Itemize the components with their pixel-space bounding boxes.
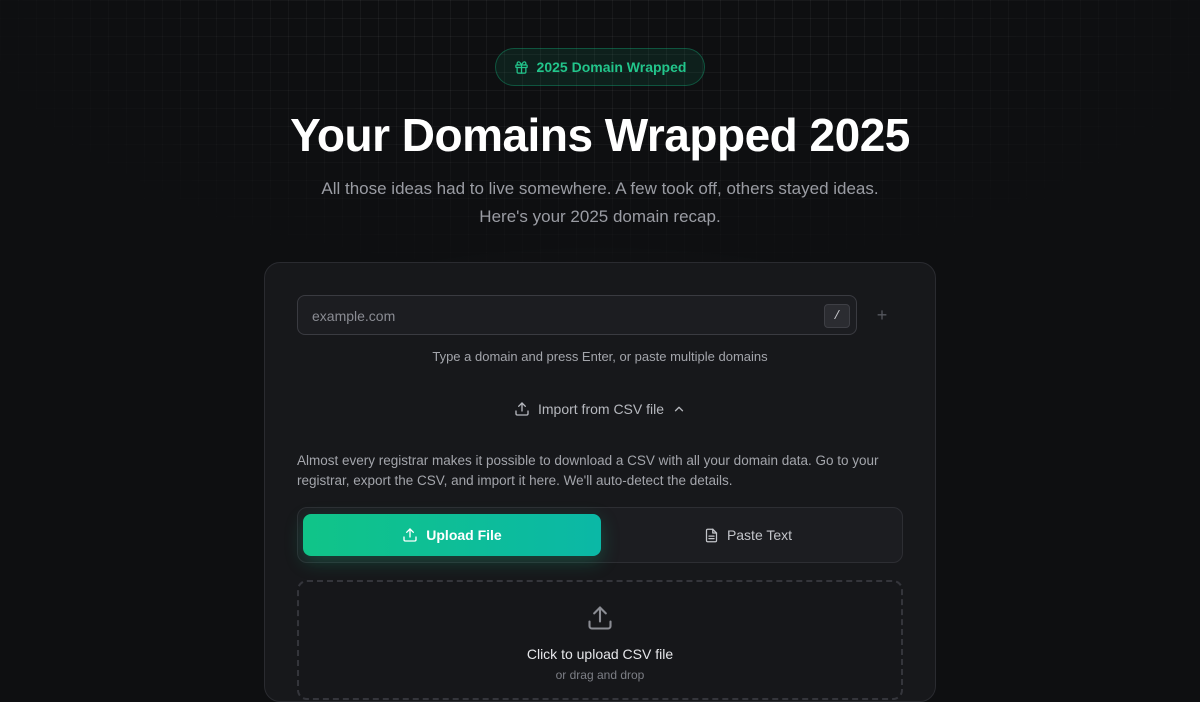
tab-upload-file-label: Upload File [426, 527, 502, 543]
dropzone-title: Click to upload CSV file [526, 646, 674, 662]
tab-paste-text[interactable]: Paste Text [599, 514, 897, 556]
import-mode-switch: Upload File Paste Text [297, 507, 903, 563]
year-badge: 2025 Domain Wrapped [495, 48, 705, 86]
shortcut-key-hint: / [824, 304, 850, 328]
upload-icon [403, 528, 417, 542]
page-subtitle: All those ideas had to live somewhere. A… [321, 179, 879, 226]
badge-label: 2025 Domain Wrapped [536, 59, 687, 75]
dropzone-subtitle: or drag and drop [555, 668, 645, 682]
tab-paste-text-label: Paste Text [726, 527, 793, 543]
tab-upload-file[interactable]: Upload File [303, 514, 601, 556]
chevron-up-icon [674, 406, 684, 412]
page-title: Your Domains Wrapped 2025 [290, 109, 910, 161]
document-icon [705, 528, 718, 542]
add-domain-button[interactable]: + [872, 305, 892, 325]
domain-input[interactable] [310, 296, 814, 336]
upload-icon [515, 402, 529, 416]
domain-input-wrapper: / [297, 295, 857, 336]
gift-icon [514, 60, 528, 74]
csv-dropzone[interactable]: Click to upload CSV file or drag and dro… [297, 580, 903, 700]
import-csv-label: Import from CSV file [537, 401, 665, 417]
csv-description: Almost every registrar makes it possible… [297, 453, 879, 488]
import-csv-toggle[interactable]: Import from CSV file [505, 398, 695, 420]
domain-input-hint: Type a domain and press Enter, or paste … [432, 349, 768, 364]
upload-icon [588, 606, 612, 630]
